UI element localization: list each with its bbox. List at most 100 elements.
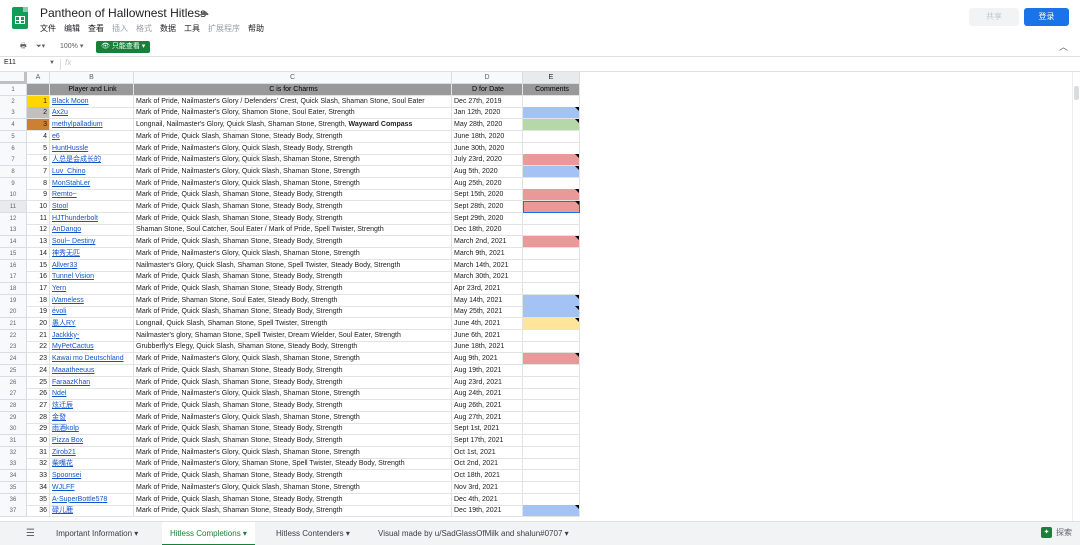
row-number[interactable]: 29 (0, 411, 27, 424)
player-link[interactable]: Spoonsei (50, 470, 134, 483)
row-number[interactable]: 9 (0, 177, 27, 190)
row-number[interactable]: 11 (0, 201, 27, 213)
charms-cell[interactable]: Mark of Pride, Quick Slash, Shaman Stone… (134, 423, 452, 436)
date-cell[interactable]: Dec 19th, 2021 (452, 505, 523, 518)
date-cell[interactable]: Sept 15th, 2020 (452, 189, 523, 202)
charms-cell[interactable]: Mark of Pride, Quick Slash, Shaman Stone… (134, 236, 452, 249)
filter-icon[interactable]: ⏷▾ (36, 42, 45, 51)
comment-cell[interactable] (523, 107, 580, 120)
row-number[interactable]: 7 (0, 154, 27, 167)
date-cell[interactable]: Sept 1st, 2021 (452, 423, 523, 436)
row-number[interactable]: 10 (0, 189, 27, 202)
charms-cell[interactable]: Mark of Pride, Nailmaster's Glory, Quick… (134, 154, 452, 167)
rank-cell[interactable]: 17 (27, 282, 50, 295)
charms-cell[interactable]: Mark of Pride, Quick Slash, Shaman Stone… (134, 130, 452, 143)
charms-cell[interactable]: Mark of Pride, Quick Slash, Shaman Stone… (134, 364, 452, 377)
column-header-e[interactable]: E (523, 72, 580, 84)
charms-cell[interactable]: Mark of Pride, Quick Slash, Shaman Stone… (134, 376, 452, 389)
menu-item[interactable]: 编辑 (64, 23, 80, 34)
rank-cell[interactable]: 30 (27, 435, 50, 447)
rank-cell[interactable]: 25 (27, 376, 50, 389)
date-cell[interactable]: Dec 27th, 2019 (452, 95, 523, 108)
row-number[interactable]: 21 (0, 318, 27, 330)
charms-cell[interactable]: Mark of Pride, Nailmaster's Glory, Quick… (134, 142, 452, 155)
sheet-tab[interactable]: Hitless Completions ▾ (162, 522, 255, 545)
comment-cell[interactable] (523, 271, 580, 284)
date-cell[interactable]: Aug 26th, 2021 (452, 399, 523, 412)
charms-cell[interactable]: Mark of Pride, Nailmaster's Glory, Quick… (134, 247, 452, 260)
player-link[interactable]: A-SuperBottle578 (50, 493, 134, 506)
date-cell[interactable]: Sept 17th, 2021 (452, 435, 523, 447)
date-cell[interactable]: Aug 19th, 2021 (452, 364, 523, 377)
date-cell[interactable]: Oct 18th, 2021 (452, 470, 523, 483)
comment-cell[interactable] (523, 224, 580, 237)
menu-item[interactable]: 帮助 (248, 23, 264, 34)
comment-cell[interactable] (523, 177, 580, 190)
player-link[interactable]: évoli (50, 306, 134, 319)
vertical-scrollbar[interactable] (1072, 72, 1080, 521)
rank-cell[interactable]: 26 (27, 388, 50, 401)
header-cell[interactable]: C is for Charms (134, 84, 452, 96)
rank-cell[interactable]: 33 (27, 470, 50, 483)
charms-cell[interactable]: Mark of Pride, Nailmaster's Glory, Quick… (134, 388, 452, 401)
date-cell[interactable]: March 2nd, 2021 (452, 236, 523, 249)
rank-cell[interactable]: 6 (27, 154, 50, 167)
comment-cell[interactable] (523, 364, 580, 377)
row-number[interactable]: 3 (0, 107, 27, 120)
menu-item[interactable]: 扩展程序 (208, 23, 240, 34)
date-cell[interactable]: June 30th, 2020 (452, 142, 523, 155)
select-all-corner[interactable] (0, 72, 27, 84)
charms-cell[interactable]: Mark of Pride, Quick Slash, Shaman Stone… (134, 189, 452, 202)
row-number[interactable]: 6 (0, 142, 27, 155)
row-number[interactable]: 4 (0, 119, 27, 132)
charms-cell[interactable]: Grubberfly's Elegy, Quick Slash, Shaman … (134, 341, 452, 354)
date-cell[interactable]: May 25th, 2021 (452, 306, 523, 319)
player-link[interactable]: Black Moon (50, 95, 134, 108)
sheet-tab[interactable]: Important Information ▾ (48, 522, 146, 545)
column-header-b[interactable]: B (50, 72, 134, 84)
column-header-a[interactable]: A (27, 72, 50, 84)
row-number[interactable]: 2 (0, 95, 27, 108)
chevron-down-icon[interactable]: ▼ (49, 60, 55, 66)
comment-cell[interactable] (523, 95, 580, 108)
player-link[interactable]: 愚人RY (50, 318, 134, 330)
header-cell[interactable]: D for Date (452, 84, 523, 96)
row-number[interactable]: 32 (0, 446, 27, 459)
charms-cell[interactable]: Mark of Pride, Nailmaster's Glory, Quick… (134, 353, 452, 366)
comment-cell[interactable] (523, 411, 580, 424)
comment-cell[interactable] (523, 282, 580, 295)
player-link[interactable]: Ndel (50, 388, 134, 401)
date-cell[interactable]: March 9th, 2021 (452, 247, 523, 260)
player-link[interactable]: AnDango (50, 224, 134, 237)
sheet-tab[interactable]: Hitless Contenders ▾ (268, 522, 358, 545)
row-number[interactable]: 24 (0, 353, 27, 366)
date-cell[interactable]: Dec 4th, 2021 (452, 493, 523, 506)
explore-button[interactable]: ✦ 探索 (1041, 527, 1072, 538)
date-cell[interactable]: Oct 2nd, 2021 (452, 458, 523, 471)
rank-cell[interactable]: 9 (27, 189, 50, 202)
charms-cell[interactable]: Mark of Pride, Quick Slash, Shaman Stone… (134, 212, 452, 225)
rank-cell[interactable]: 36 (27, 505, 50, 518)
row-number[interactable]: 18 (0, 282, 27, 295)
date-cell[interactable]: March 30th, 2021 (452, 271, 523, 284)
charms-cell[interactable]: Longnail, Quick Slash, Shaman Stone, Spe… (134, 318, 452, 330)
row-number[interactable]: 33 (0, 458, 27, 471)
comment-cell[interactable] (523, 189, 580, 202)
charms-cell[interactable]: Mark of Pride, Quick Slash, Shaman Stone… (134, 306, 452, 319)
row-number[interactable]: 1 (0, 84, 27, 96)
player-link[interactable]: Jackkky- (50, 329, 134, 342)
row-number[interactable]: 27 (0, 388, 27, 401)
row-number[interactable]: 36 (0, 493, 27, 506)
zoom-select[interactable]: 100% ▾ (60, 42, 83, 50)
comment-cell[interactable] (523, 341, 580, 354)
comment-cell[interactable] (523, 201, 580, 213)
charms-cell[interactable]: Mark of Pride, Quick Slash, Shaman Stone… (134, 493, 452, 506)
menu-item[interactable]: 数据 (160, 23, 176, 34)
comment-cell[interactable] (523, 294, 580, 307)
charms-cell[interactable]: Longnail, Nailmaster's Glory, Quick Slas… (134, 119, 452, 132)
charms-cell[interactable]: Nailmaster's Glory, Quick Slash, Shaman … (134, 259, 452, 272)
player-link[interactable]: Soul~ Destiny (50, 236, 134, 249)
comment-cell[interactable] (523, 119, 580, 132)
date-cell[interactable]: Aug 5th, 2020 (452, 165, 523, 178)
player-link[interactable]: iVameless (50, 294, 134, 307)
